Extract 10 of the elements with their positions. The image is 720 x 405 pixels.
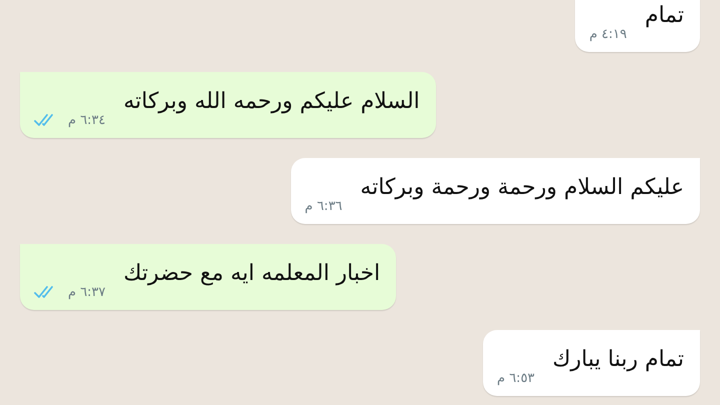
message-time: ٦:٣٧ م	[68, 284, 106, 300]
message-text: اخبار المعلمه ايه مع حضرتك	[124, 260, 380, 288]
message-text: السلام عليكم ورحمه الله وبركاته	[124, 88, 420, 116]
message-time: ٦:٣٤ م	[68, 112, 106, 128]
message-time: ٤:١٩ م	[589, 27, 627, 42]
message-text: عليكم السلام ورحمة ورحمة وبركاته	[360, 174, 684, 202]
message-text: تمام	[644, 2, 684, 30]
message-time: ٦:٥٣ م	[497, 371, 535, 386]
message-time: ٦:٣٦ م	[304, 199, 342, 214]
message-text: تمام ربنا يبارك	[552, 346, 684, 374]
